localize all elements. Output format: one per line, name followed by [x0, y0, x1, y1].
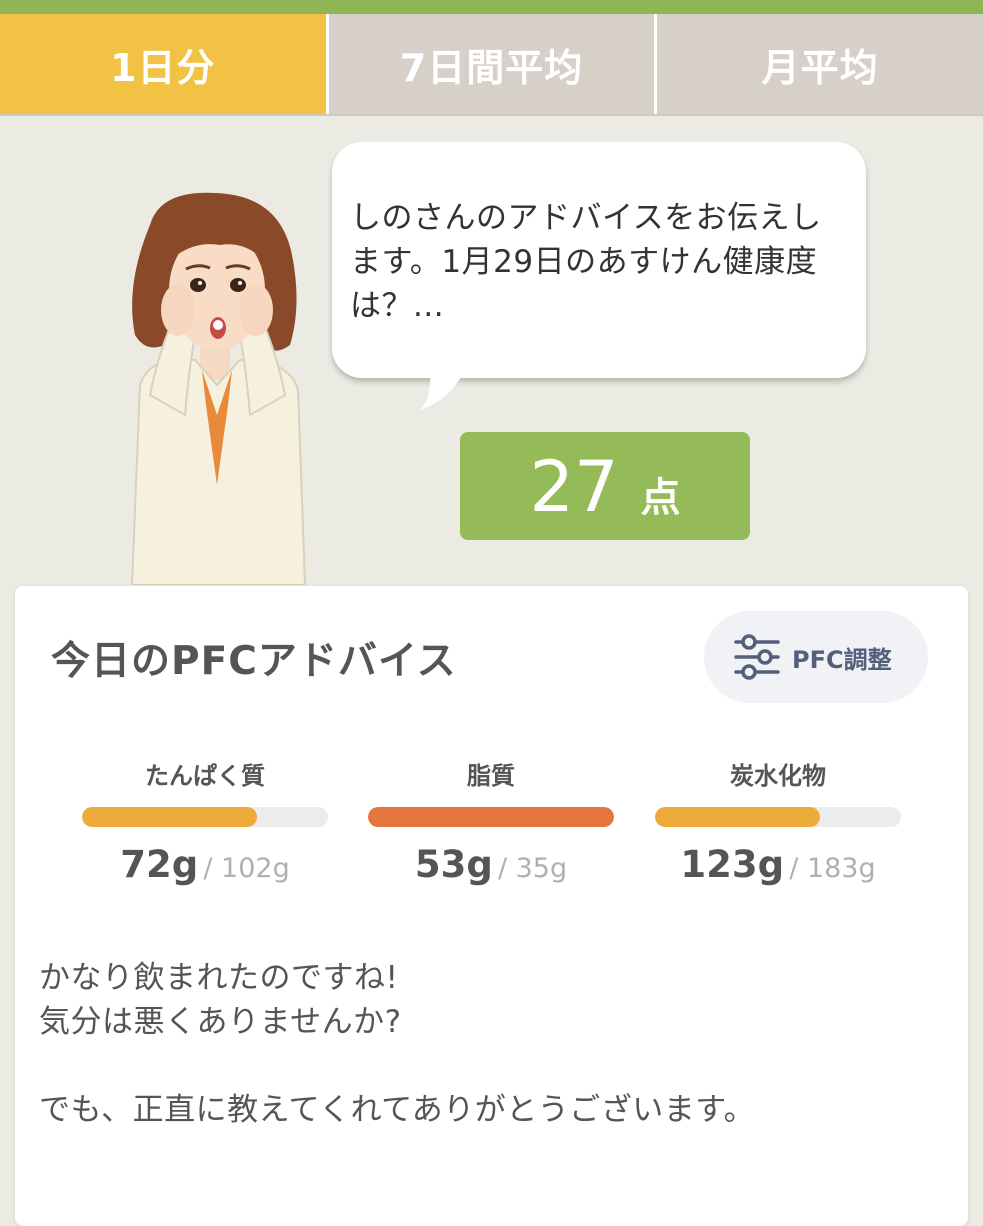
nutrient-target: / 35g — [497, 853, 568, 884]
nutrient-bar-track — [368, 807, 614, 827]
nutrient-label: 炭水化物 — [730, 762, 826, 790]
nutrient-bar-track — [655, 807, 901, 827]
nutrient-bar-track — [82, 807, 328, 827]
advice-line: 気分は悪くありませんか? — [39, 1004, 402, 1040]
nutrient-label: 脂質 — [467, 762, 515, 790]
advice-text: かなり飲まれたのですね! 気分は悪くありませんか? でも、正直に教えてくれてあり… — [39, 956, 755, 1132]
period-tabs: 1日分 7日間平均 月平均 — [0, 14, 983, 114]
advice-line — [39, 1044, 755, 1088]
nutrient-bar-fill — [368, 807, 614, 827]
health-score-badge: 27 点 — [460, 432, 750, 540]
advice-line: でも、正直に教えてくれてありがとうございます。 — [39, 1092, 756, 1128]
nutrient-fat: 脂質 53g / 35g — [368, 756, 614, 886]
nutrient-protein: たんぱく質 72g / 102g — [82, 756, 328, 886]
nutrient-target: / 183g — [789, 853, 876, 884]
tab-7day-average[interactable]: 7日間平均 — [325, 14, 655, 114]
tabs-divider — [0, 114, 983, 116]
pfc-adjust-label: PFC調整 — [792, 645, 892, 674]
tab-daily[interactable]: 1日分 — [0, 14, 326, 114]
nutrient-amount: 53g — [414, 843, 493, 886]
advisor-speech-bubble: しのさんのアドバイスをお伝えします。1月29日のあすけん健康度は？... — [332, 142, 866, 378]
nutrient-target: / 102g — [203, 853, 290, 884]
tab-monthly-average[interactable]: 月平均 — [654, 14, 983, 114]
nutrient-carbohydrate: 炭水化物 123g / 183g — [655, 756, 901, 886]
top-accent-bar — [0, 0, 983, 14]
advice-line: かなり飲まれたのですね! — [39, 960, 399, 996]
health-score-value: 27 — [529, 446, 619, 528]
nutrient-label: たんぱく質 — [145, 762, 265, 790]
nutrient-amount: 72g — [120, 843, 199, 886]
nutrient-amount: 123g — [680, 843, 785, 886]
sliders-icon — [734, 634, 780, 680]
nutrient-bar-fill — [82, 807, 257, 827]
nutrient-bar-fill — [655, 807, 820, 827]
pfc-adjust-button[interactable]: PFC調整 — [704, 611, 928, 703]
speech-bubble-tail — [420, 370, 465, 410]
card-title: 今日のPFCアドバイス — [51, 639, 457, 684]
pfc-advice-card: 今日のPFCアドバイス PFC調整 たんぱく質 72g / 102g 脂質 53… — [15, 586, 968, 1226]
advisor-message: しのさんのアドバイスをお伝えします。1月29日のあすけん健康度は？... — [350, 200, 822, 324]
health-score-unit: 点 — [640, 475, 681, 521]
advisor-character-illustration — [130, 192, 307, 585]
